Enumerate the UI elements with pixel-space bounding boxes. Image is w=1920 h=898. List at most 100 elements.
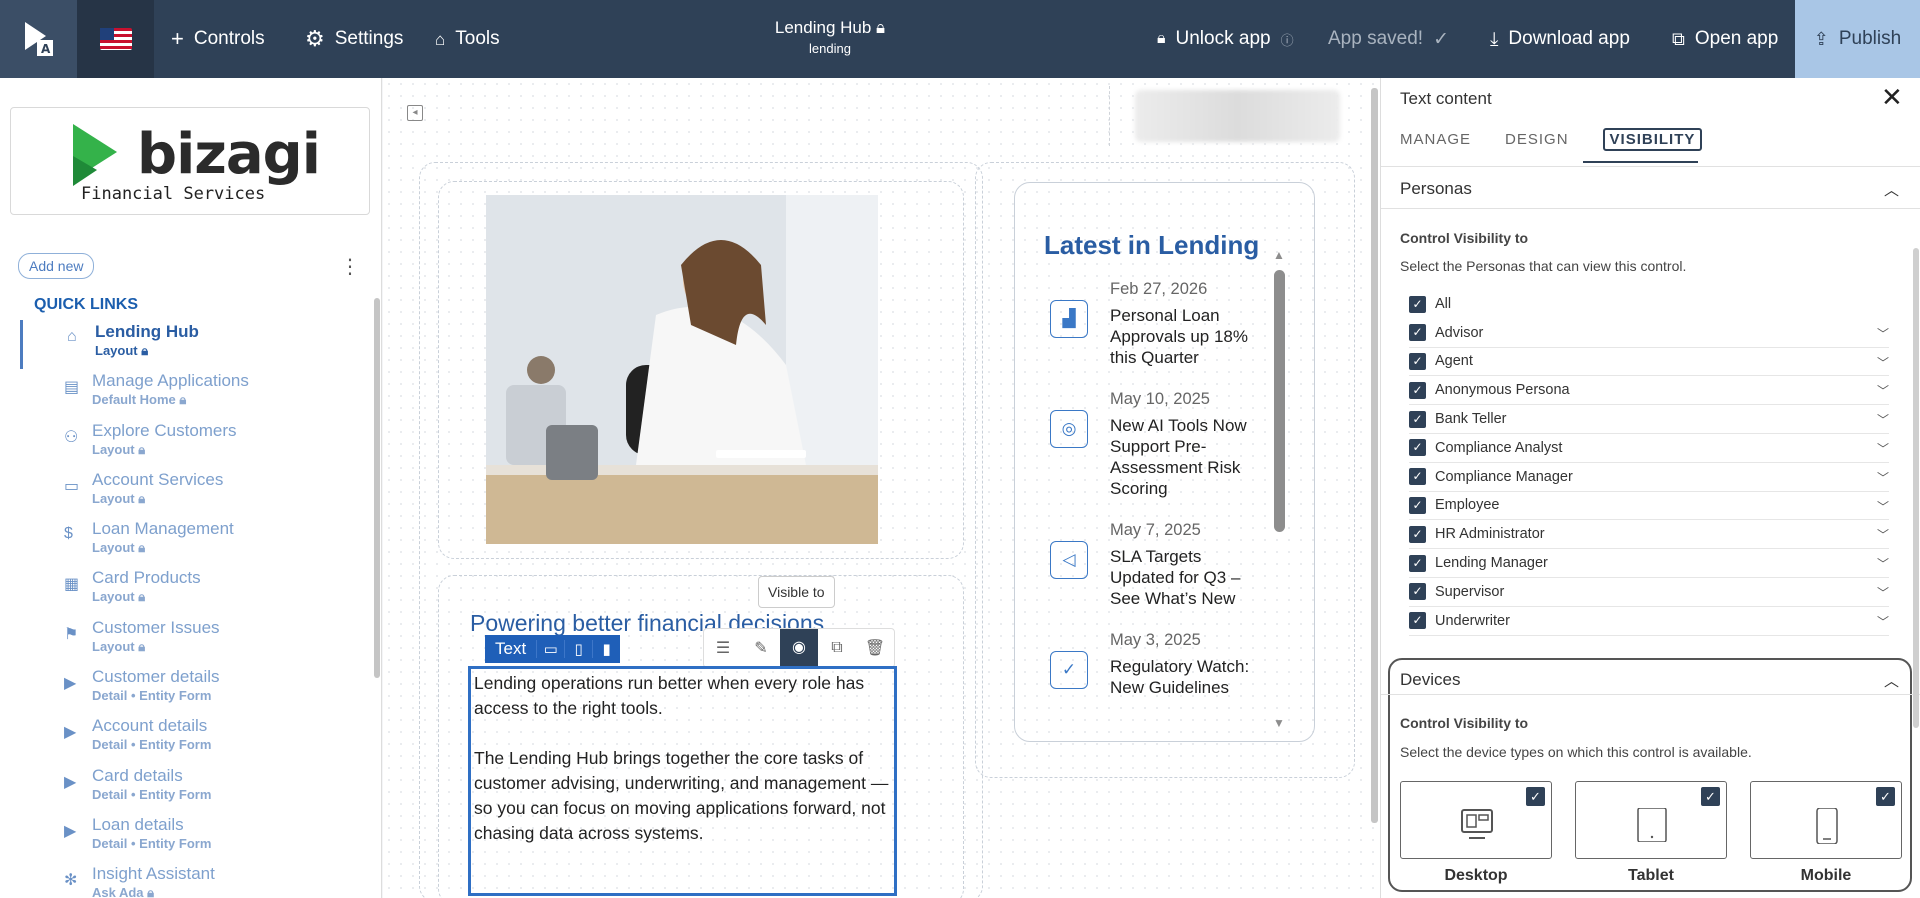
persona-row[interactable]: ✓ Compliance Manager ﹀ — [1409, 463, 1889, 492]
checkbox-checked-icon[interactable]: ✓ — [1409, 381, 1426, 399]
news-scrollbar[interactable]: ▲ ▼ — [1273, 248, 1285, 730]
visibility-eye-icon[interactable]: ◉ — [780, 629, 818, 667]
tools-button[interactable]: ⌂ Tools — [435, 0, 500, 78]
sidebar-item[interactable]: $ Loan Management Layout 🔒︎ — [20, 517, 370, 566]
checkbox-checked-icon[interactable]: ✓ — [1409, 324, 1426, 342]
sidebar-item[interactable]: ⌂ Lending Hub Layout 🔒︎ — [20, 320, 370, 370]
sidebar-item[interactable]: ▶ Card details Detail • Entity Form — [20, 764, 370, 813]
canvas-scrollbar[interactable] — [1371, 88, 1378, 823]
duplicate-icon[interactable]: ⧉ — [818, 639, 856, 657]
device-mobile-card[interactable]: ✓ — [1750, 781, 1902, 859]
persona-row[interactable]: ✓ Bank Teller ﹀ — [1409, 405, 1889, 434]
sidebar-item-sub: Layout 🔒︎ — [92, 638, 146, 654]
sidebar-item[interactable]: ▶ Loan details Detail • Entity Form — [20, 813, 370, 862]
device-label: Mobile — [1800, 867, 1852, 884]
controls-button[interactable]: + Controls — [171, 0, 265, 78]
chevron-down-icon[interactable]: ﹀ — [1877, 382, 1889, 399]
checkbox-checked-icon[interactable]: ✓ — [1409, 583, 1426, 601]
chevron-down-icon[interactable]: ﹀ — [1877, 325, 1889, 342]
close-icon[interactable]: ✕ — [1881, 82, 1903, 113]
sidebar-item-label: Insight Assistant — [92, 864, 215, 884]
chevron-down-icon[interactable]: ﹀ — [1877, 526, 1889, 543]
chevron-down-icon[interactable]: ﹀ — [1877, 354, 1889, 371]
chevron-up-icon[interactable]: ︿ — [1884, 179, 1899, 200]
checkbox-checked-icon[interactable]: ✓ — [1526, 787, 1545, 806]
sidebar-item[interactable]: ▶ Account details Detail • Entity Form — [20, 714, 370, 763]
settings-sliders-icon[interactable]: ☰ — [704, 638, 742, 658]
add-new-button[interactable]: Add new — [18, 253, 95, 279]
app-logo[interactable]: A — [0, 0, 77, 78]
checkbox-checked-icon[interactable]: ✓ — [1409, 468, 1426, 486]
devices-header[interactable]: Devices — [1381, 658, 1920, 702]
news-item[interactable]: ◎ May 10, 2025 New AI Tools Now Support Pr… — [1044, 390, 1259, 499]
plus-icon: + — [171, 26, 184, 51]
checkbox-checked-icon[interactable]: ✓ — [1409, 554, 1426, 572]
persona-row[interactable]: ✓ All — [1409, 290, 1889, 319]
sidebar-item[interactable]: ▶ Customer details Detail • Entity Form — [20, 665, 370, 714]
sidebar-item[interactable]: ⚑ Customer Issues Layout 🔒︎ — [20, 616, 370, 665]
persona-row[interactable]: ✓ Underwriter ﹀ — [1409, 607, 1889, 636]
scroll-thumb[interactable] — [1274, 270, 1285, 532]
selected-control-tag[interactable]: Text ▭ ▯ ▮ — [485, 635, 621, 663]
device-tablet-card[interactable]: ✓ — [1575, 781, 1727, 859]
sidebar-item[interactable]: ▦ Card Products Layout 🔒︎ — [20, 566, 370, 615]
checkbox-checked-icon[interactable]: ✓ — [1701, 787, 1720, 806]
sidebar-item[interactable]: ✻ Insight Assistant Ask Ada 🔒︎ — [20, 862, 370, 898]
tab-manage[interactable]: MANAGE — [1400, 131, 1471, 151]
chevron-down-icon[interactable]: ﹀ — [1877, 440, 1889, 457]
chevron-down-icon[interactable]: ﹀ — [1877, 498, 1889, 515]
persona-row[interactable]: ✓ Compliance Analyst ﹀ — [1409, 434, 1889, 463]
chevron-down-icon[interactable]: ﹀ — [1877, 469, 1889, 486]
news-item[interactable]: ▟ Feb 27, 2026 Personal Loan Approvals up … — [1044, 280, 1259, 368]
sidebar-item[interactable]: ▭ Account Services Layout 🔒︎ — [20, 468, 370, 517]
checkbox-checked-icon[interactable]: ✓ — [1409, 352, 1426, 370]
selected-text-control[interactable]: Lending operations run better when every… — [468, 666, 897, 896]
scroll-down-icon[interactable]: ▼ — [1273, 716, 1285, 730]
chevron-down-icon[interactable]: ﹀ — [1877, 613, 1889, 630]
news-item[interactable]: ◁ May 7, 2025 SLA Targets Updated for Q3 –… — [1044, 521, 1259, 609]
tab-visibility[interactable]: VISIBILITY — [1602, 128, 1703, 151]
persona-row[interactable]: ✓ Agent ﹀ — [1409, 348, 1889, 377]
edit-pencil-icon[interactable]: ✎ — [742, 638, 780, 658]
persona-row[interactable]: ✓ Lending Manager ﹀ — [1409, 549, 1889, 578]
persona-row[interactable]: ✓ Anonymous Persona ﹀ — [1409, 376, 1889, 406]
delete-trash-icon[interactable]: 🗑︎ — [856, 638, 894, 658]
personas-control-visibility-label: Control Visibility to — [1400, 230, 1529, 246]
checkbox-checked-icon[interactable]: ✓ — [1409, 612, 1426, 630]
collapse-panel-icon[interactable]: ◂ — [407, 105, 423, 121]
sidebar-scrollbar[interactable] — [374, 298, 380, 678]
checkbox-checked-icon[interactable]: ✓ — [1409, 439, 1426, 457]
chevron-down-icon[interactable]: ﹀ — [1877, 584, 1889, 601]
persona-row[interactable]: ✓ HR Administrator ﹀ — [1409, 520, 1889, 550]
publish-button[interactable]: ⇪ Publish — [1795, 0, 1920, 78]
persona-label: All — [1435, 296, 1452, 313]
checkbox-checked-icon[interactable]: ✓ — [1409, 295, 1426, 313]
open-app-button[interactable]: ⧉ Open app — [1672, 0, 1778, 78]
language-selector[interactable] — [77, 0, 154, 78]
sidebar-item[interactable]: ▤ Manage Applications Default Home 🔒︎ — [20, 369, 370, 418]
scroll-up-icon[interactable]: ▲ — [1273, 248, 1285, 262]
personas-header[interactable]: Personas — [1381, 167, 1920, 211]
device-desktop-card[interactable]: ✓ — [1400, 781, 1552, 859]
checkbox-checked-icon[interactable]: ✓ — [1409, 525, 1426, 543]
chevron-up-icon[interactable]: ︿ — [1884, 670, 1899, 691]
more-options-icon[interactable]: ⋮ — [340, 254, 360, 279]
news-date: May 7, 2025 — [1110, 521, 1201, 539]
persona-row[interactable]: ✓ Advisor ﹀ — [1409, 319, 1889, 348]
news-item[interactable]: ✓ May 3, 2025 Regulatory Watch: New Guidel… — [1044, 631, 1259, 698]
persona-row[interactable]: ✓ Employee ﹀ — [1409, 492, 1889, 521]
checkbox-checked-icon[interactable]: ✓ — [1409, 410, 1426, 428]
chevron-down-icon[interactable]: ﹀ — [1877, 411, 1889, 428]
woman-on-phone-image[interactable] — [486, 195, 878, 544]
persona-label: Compliance Analyst — [1435, 439, 1563, 456]
checkbox-checked-icon[interactable]: ✓ — [1409, 496, 1426, 514]
sidebar-item[interactable]: ⚇ Explore Customers Layout 🔒︎ — [20, 419, 370, 468]
download-app-button[interactable]: ⤓ Download app — [1490, 0, 1630, 78]
panel-scrollbar[interactable] — [1913, 248, 1919, 728]
settings-button[interactable]: ⚙ Settings — [305, 0, 403, 78]
chevron-down-icon[interactable]: ﹀ — [1877, 555, 1889, 572]
persona-row[interactable]: ✓ Supervisor ﹀ — [1409, 578, 1889, 607]
checkbox-checked-icon[interactable]: ✓ — [1876, 787, 1895, 806]
unlock-app-button[interactable]: 🔒︎ Unlock app ⓘ — [1157, 0, 1294, 78]
tab-design[interactable]: DESIGN — [1505, 131, 1569, 151]
